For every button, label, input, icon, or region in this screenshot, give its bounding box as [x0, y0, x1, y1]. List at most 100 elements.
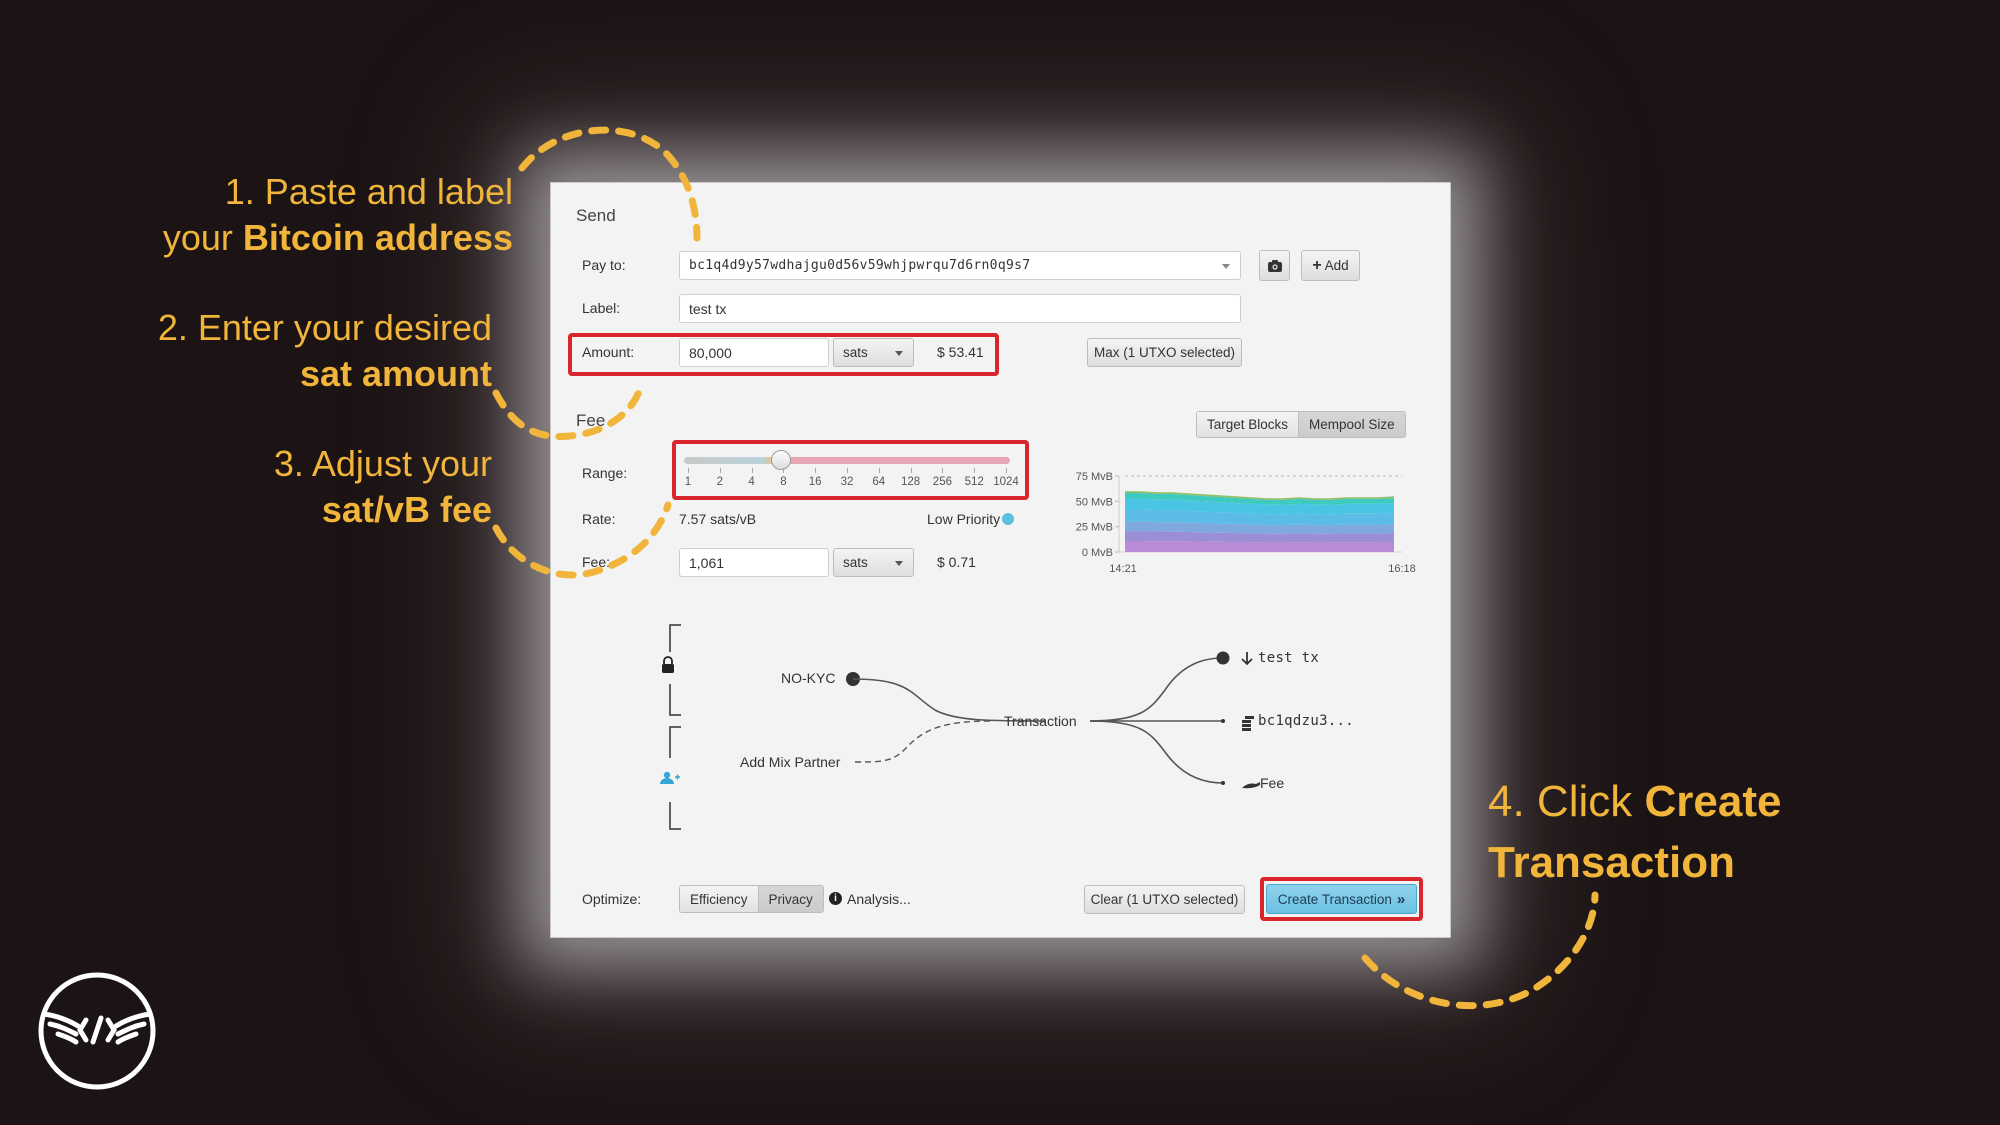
label-input[interactable]: test tx [679, 294, 1241, 323]
range-tick-label: 8 [780, 476, 787, 488]
bracket-bottom-end [669, 802, 681, 830]
chevron-down-icon[interactable] [1222, 263, 1230, 269]
priority-indicator-icon [1002, 513, 1014, 525]
fee-field-label: Fee: [582, 554, 611, 570]
range-tick-label: 256 [932, 476, 952, 488]
step2-caption: 2. Enter your desired sat amount [158, 305, 492, 397]
fee-fiat: $ 0.71 [937, 554, 976, 570]
range-label: Range: [582, 465, 628, 481]
step4-line1-plain: 4. Click [1488, 777, 1645, 826]
range-tick-mark [815, 468, 817, 473]
fee-unit: sats [843, 555, 868, 570]
step2-line2-bold: sat amount [299, 353, 492, 394]
fee-hand-icon [1242, 782, 1260, 789]
chart-type-toggle: Target Blocks Mempool Size [1196, 411, 1406, 438]
mix-partner-edge [854, 720, 991, 763]
amount-value: 80,000 [689, 344, 732, 361]
pay-to-label: Pay to: [582, 257, 626, 273]
step1-line2-plain: your [162, 217, 243, 258]
pay-to-input[interactable]: bc1q4d9y57wdhajgu0d56v59whjpwrqu7d6rn0q9… [679, 251, 1241, 280]
output-node-test-tx[interactable] [1216, 651, 1230, 665]
amount-unit: sats [843, 345, 868, 360]
range-tick-label: 4 [748, 476, 755, 488]
step1-line2: your Bitcoin address [163, 215, 513, 261]
chart-y-tick-label: 0 MvB [1082, 547, 1113, 559]
step4-line1-bold: Create [1644, 777, 1782, 826]
optimize-privacy[interactable]: Privacy [757, 886, 823, 912]
optimize-efficiency[interactable]: Efficiency [680, 886, 758, 912]
amount-input[interactable]: 80,000 [679, 338, 829, 367]
add-recipient-button[interactable]: + Add [1301, 250, 1360, 281]
step1-caption: 1. Paste and label your Bitcoin address [163, 169, 513, 261]
chevron-down-icon [895, 350, 903, 356]
range-tick-mark [1006, 468, 1007, 473]
optimize-label: Optimize: [582, 891, 642, 907]
chart-y-tick-label: 75 MvB [1076, 471, 1113, 483]
camera-icon [1267, 259, 1282, 272]
toggle-mempool-size[interactable]: Mempool Size [1298, 412, 1405, 437]
fee-range-slider-thumb[interactable] [771, 450, 791, 470]
chevron-down-icon [895, 560, 903, 566]
output-node-fee [1221, 781, 1225, 785]
range-tick-label: 64 [872, 476, 886, 488]
bracket-top [669, 624, 681, 652]
priority-label: Low Priority [927, 511, 1001, 527]
amount-unit-select[interactable]: sats [833, 338, 914, 367]
range-tick-label: 32 [840, 476, 854, 488]
range-tick-mark [847, 468, 848, 473]
step3-line2-bold: sat/vB fee [321, 489, 492, 530]
step4-line2-bold: Transaction [1488, 838, 1735, 887]
max-button[interactable]: Max (1 UTXO selected) [1087, 338, 1242, 367]
output-label-test-tx: test tx [1258, 650, 1320, 666]
range-tick-mark [719, 468, 721, 473]
chart-y-tick-label: 25 MvB [1076, 522, 1113, 534]
range-tick-label: 2 [716, 476, 723, 488]
range-tick-mark [974, 468, 976, 473]
clear-button[interactable]: Clear (1 UTXO selected) [1084, 885, 1245, 914]
fee-unit-select[interactable]: sats [833, 548, 914, 577]
add-mix-partner-link[interactable]: Add Mix Partner [740, 754, 840, 770]
coins-icon [1242, 716, 1254, 731]
rate-value: 7.57 sats/vB [679, 511, 757, 527]
range-tick-label: 128 [901, 476, 921, 488]
range-tick-mark [910, 468, 912, 473]
analysis-link[interactable]: Analysis... [847, 891, 911, 907]
range-tick-label: 1024 [993, 476, 1019, 488]
pay-to-value: bc1q4d9y57wdhajgu0d56v59whjpwrqu7d6rn0q9… [689, 258, 1031, 273]
amount-label: Amount: [582, 344, 635, 360]
mempool-chart: 75 MvB 50 MvB 25 MvB 0 MvB 14:21 16:18 [1076, 471, 1416, 575]
send-title: Send [576, 206, 616, 225]
step1-line2-bold: Bitcoin address [242, 217, 513, 258]
scan-qr-button[interactable] [1259, 250, 1290, 281]
chart-area-band [1125, 541, 1394, 552]
create-transaction-button[interactable]: Create Transaction » [1266, 884, 1417, 914]
input-label: NO-KYC [781, 670, 836, 686]
bracket-top-end [669, 684, 681, 716]
output-edge-test-tx [1089, 657, 1224, 722]
fee-value: 1,061 [689, 554, 725, 571]
output-edge-fee [1089, 720, 1224, 784]
label-value: test tx [689, 300, 727, 317]
range-tick-mark [688, 468, 689, 473]
fee-input[interactable]: 1,061 [679, 548, 829, 577]
step1-line1: 1. Paste and label [224, 171, 513, 212]
toggle-target-blocks[interactable]: Target Blocks [1197, 412, 1299, 437]
range-tick-mark [783, 468, 785, 473]
step4-caption: 4. Click Create Transaction [1488, 771, 1781, 893]
add-label: Add [1324, 258, 1349, 273]
chart-y-tick-label: 50 MvB [1076, 496, 1113, 508]
range-tick-mark [878, 468, 880, 473]
range-tick-label: 1 [684, 476, 692, 488]
fee-title: Fee [576, 411, 606, 430]
range-tick-mark [751, 468, 753, 473]
range-tick-label: 16 [808, 476, 822, 488]
lock-icon [662, 656, 674, 673]
bracket-bottom [669, 726, 681, 758]
fee-range-slider-track[interactable] [684, 457, 1010, 464]
range-tick-mark [942, 468, 944, 473]
chart-x-tick-label: 16:18 [1388, 563, 1416, 575]
range-highlight-box [672, 440, 1029, 500]
output-label-fee: Fee [1260, 775, 1285, 791]
step2-line1: 2. Enter your desired [157, 307, 492, 348]
add-user-icon[interactable] [660, 771, 680, 784]
